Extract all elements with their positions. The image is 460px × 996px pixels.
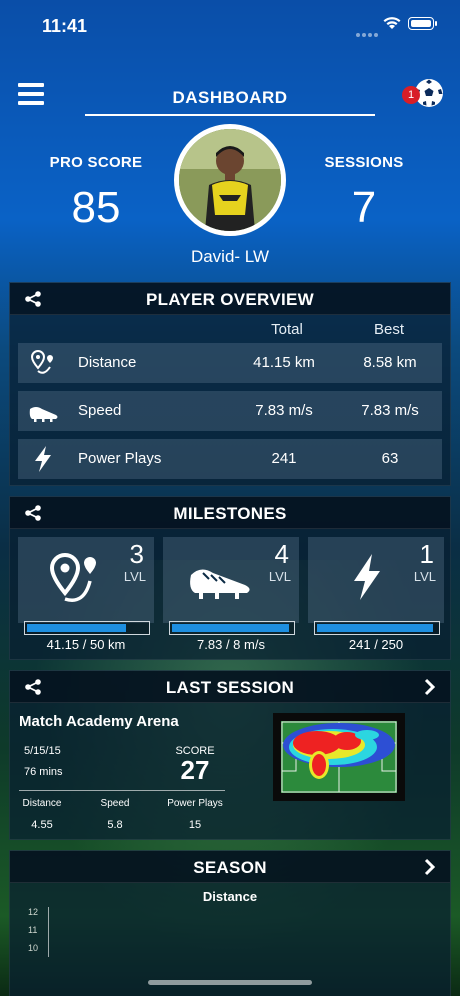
status-time: 11:41 <box>42 16 88 36</box>
home-indicator[interactable] <box>148 980 312 985</box>
season-card[interactable]: SEASON Distance 12 11 10 <box>9 850 451 996</box>
divider <box>19 790 225 791</box>
card-header: LAST SESSION <box>10 671 450 703</box>
card-title: LAST SESSION <box>165 678 295 697</box>
card-title: MILESTONES <box>173 504 287 523</box>
column-header-best: Best <box>373 321 404 338</box>
sessions-label: SESSIONS <box>324 154 404 171</box>
y-tick: 10 <box>28 943 39 953</box>
last-session-card[interactable]: LAST SESSION Match Academy Arena 5/15/15… <box>9 670 451 840</box>
session-duration: 76 mins <box>24 766 63 778</box>
stat-value: 15 <box>188 819 202 831</box>
progress-fill <box>172 624 290 632</box>
season-subtitle: Distance <box>202 889 258 904</box>
milestones-card: MILESTONES 3 LVL 41.15 / 50 km 4 LVL 7.8… <box>9 496 451 660</box>
overview-row-power-plays[interactable]: Power Plays 241 63 <box>18 439 442 479</box>
notifications-button[interactable]: 1 <box>400 78 444 110</box>
session-date: 5/15/15 <box>24 745 61 757</box>
milestone-level: 4 <box>274 539 289 569</box>
player-avatar[interactable] <box>174 124 286 236</box>
milestone-progress-text: 41.15 / 50 km <box>46 637 126 652</box>
milestone-level: 3 <box>129 539 144 569</box>
card-title: PLAYER OVERVIEW <box>146 290 314 309</box>
milestone-level: 1 <box>419 539 434 569</box>
stat-label: Distance <box>22 798 62 809</box>
milestone-distance[interactable]: 3 LVL 41.15 / 50 km <box>18 537 154 652</box>
row-total: 41.15 km <box>253 354 315 371</box>
lightning-icon <box>35 446 51 472</box>
overview-row-speed[interactable]: Speed 7.83 m/s 7.83 m/s <box>18 391 442 431</box>
heatmap[interactable] <box>273 713 405 801</box>
row-label: Power Plays <box>78 450 162 467</box>
card-header: PLAYER OVERVIEW <box>10 283 450 315</box>
chevron-right-icon[interactable] <box>424 678 436 696</box>
milestone-speed[interactable]: 4 LVL 7.83 / 8 m/s <box>163 537 299 652</box>
session-score: 27 <box>180 755 210 785</box>
y-tick: 12 <box>28 907 39 917</box>
stat-value: 5.8 <box>107 819 123 831</box>
row-label: Speed <box>78 402 122 419</box>
player-photo <box>179 129 281 231</box>
milestone-progress-bar <box>314 621 440 635</box>
row-total: 241 <box>271 450 297 467</box>
stat-value: 4.55 <box>31 819 53 831</box>
status-bar: 11:41 <box>0 0 460 50</box>
row-label: Distance <box>78 354 137 371</box>
card-header: MILESTONES <box>10 497 450 529</box>
milestone-progress-text: 7.83 / 8 m/s <box>197 637 265 652</box>
y-tick: 11 <box>28 925 38 935</box>
card-title: SEASON <box>193 858 267 877</box>
milestone-power-plays[interactable]: 1 LVL 241 / 250 <box>308 537 444 652</box>
milestone-progress-text: 241 / 250 <box>348 637 404 652</box>
row-best: 8.58 km <box>363 354 417 371</box>
pro-score-value: 85 <box>71 183 121 232</box>
card-header: SEASON <box>10 851 450 883</box>
stat-label: Power Plays <box>167 798 223 809</box>
heatmap-image <box>281 721 397 793</box>
stat-label: Speed <box>100 798 130 809</box>
column-header-total: Total <box>271 321 303 338</box>
pro-score-label: PRO SCORE <box>49 154 143 171</box>
player-overview-card: PLAYER OVERVIEW Total Best Distance 41.1… <box>9 282 451 486</box>
session-venue: Match Academy Arena <box>19 713 179 730</box>
lvl-label: LVL <box>123 569 146 584</box>
menu-button[interactable] <box>18 83 44 105</box>
lvl-label: LVL <box>413 569 436 584</box>
lightning-icon <box>354 554 380 600</box>
progress-fill <box>317 624 433 632</box>
row-best: 63 <box>381 450 399 467</box>
signal-icon <box>356 24 380 42</box>
battery-icon <box>408 17 437 30</box>
title-underline <box>85 114 375 116</box>
y-axis <box>48 907 49 957</box>
page-title: DASHBOARD <box>172 88 288 107</box>
overview-row-distance[interactable]: Distance 41.15 km 8.58 km <box>18 343 442 383</box>
notification-badge: 1 <box>402 86 420 104</box>
route-pin-icon <box>30 349 53 374</box>
cleat-icon <box>190 569 250 599</box>
row-total: 7.83 m/s <box>255 402 313 419</box>
lvl-label: LVL <box>268 569 291 584</box>
progress-fill <box>27 624 126 632</box>
route-pin-icon <box>49 552 96 602</box>
player-name: David- LW <box>190 247 270 266</box>
cleat-icon <box>29 407 58 422</box>
milestone-progress-bar <box>24 621 150 635</box>
chevron-right-icon[interactable] <box>424 858 436 876</box>
wifi-icon <box>383 17 401 29</box>
sessions-value: 7 <box>351 183 377 232</box>
row-best: 7.83 m/s <box>361 402 419 419</box>
milestone-progress-bar <box>169 621 295 635</box>
